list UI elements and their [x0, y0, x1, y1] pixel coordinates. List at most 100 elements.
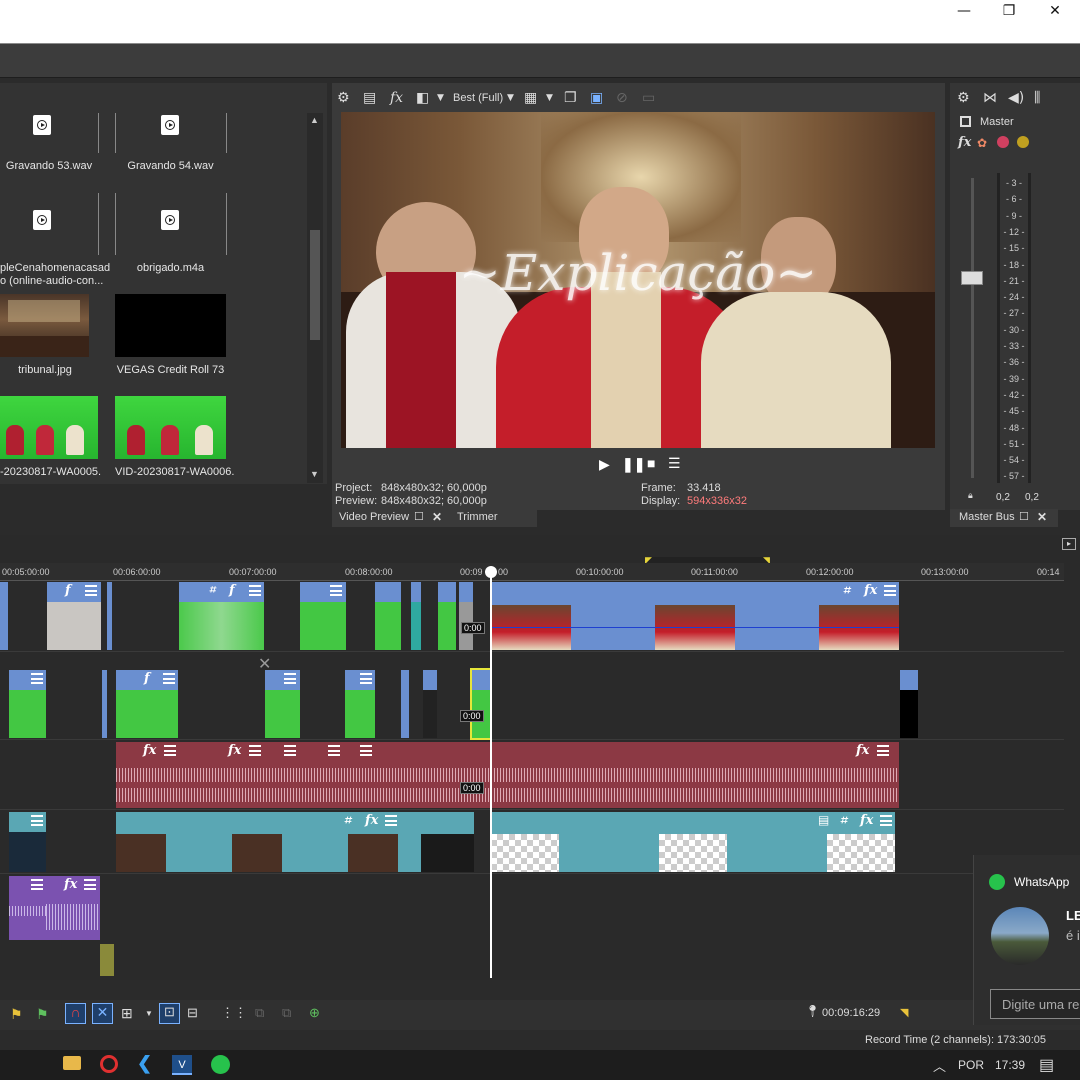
menu-icon[interactable]: ☰: [668, 455, 681, 472]
region-icon[interactable]: ⚑: [36, 1006, 49, 1023]
clip-menu-icon[interactable]: [880, 815, 892, 826]
undock-icon[interactable]: ☐: [1019, 510, 1029, 523]
media-scrollbar[interactable]: ▲ ▼: [307, 113, 323, 483]
clip-menu-icon[interactable]: [328, 745, 340, 756]
clip-menu-icon[interactable]: [31, 879, 43, 890]
save-snapshot-icon[interactable]: ▣: [590, 90, 603, 106]
settings-icon[interactable]: ⚙: [957, 90, 970, 106]
maximize-button[interactable]: ❐: [986, 2, 1032, 20]
pan-crop-icon[interactable]: ⌗: [209, 583, 215, 597]
fx-plugin-icon[interactable]: ✿: [977, 136, 987, 150]
solo-icon[interactable]: [1017, 136, 1029, 148]
external-monitor-icon[interactable]: ▤: [363, 90, 376, 106]
event-icon[interactable]: ▤: [818, 813, 829, 827]
media-item-wa0005[interactable]: -20230817-WA0005.: [0, 396, 101, 486]
video-clip[interactable]: [9, 670, 46, 738]
tab-video-preview[interactable]: Video Preview: [339, 511, 409, 523]
close-icon[interactable]: ✕: [1037, 510, 1047, 524]
media-item-scene-audio[interactable]: pleCenahomenacasad o (online-audio-con..…: [0, 208, 110, 288]
file-explorer-icon[interactable]: [63, 1056, 81, 1070]
chevron-down-icon[interactable]: ▼: [437, 93, 444, 103]
ignore-grouping-icon[interactable]: ⊟: [187, 1005, 198, 1021]
marker-icon[interactable]: ⚑: [10, 1006, 23, 1023]
chevron-down-icon[interactable]: ▼: [145, 1009, 153, 1018]
clip-menu-icon[interactable]: [884, 585, 896, 596]
quality-select[interactable]: Best (Full): [453, 92, 503, 104]
vegas-icon[interactable]: V: [172, 1055, 192, 1075]
speaker-icon[interactable]: ◀): [1008, 90, 1024, 106]
auto-crossfade-icon[interactable]: ✕: [92, 1003, 113, 1024]
clip-menu-icon[interactable]: [330, 585, 342, 596]
tab-master-bus[interactable]: Master Bus: [959, 511, 1015, 523]
volume-slider-handle[interactable]: [961, 271, 983, 285]
fx-icon[interactable]: fx: [64, 877, 77, 892]
audio-clip[interactable]: fx fx fx: [116, 742, 899, 808]
fx-icon[interactable]: fx: [365, 813, 378, 828]
clip-menu-icon[interactable]: [84, 879, 96, 890]
audio-clip[interactable]: fx: [46, 876, 100, 940]
minimize-button[interactable]: —: [941, 2, 987, 20]
vscode-icon[interactable]: ❮: [137, 1053, 152, 1074]
clip-menu-icon[interactable]: [164, 745, 176, 756]
clip-menu-icon[interactable]: [249, 585, 261, 596]
pan-crop-icon[interactable]: ⌗: [840, 813, 847, 828]
media-item-wa0006[interactable]: VID-20230817-WA0006.: [115, 396, 234, 486]
audio-clip[interactable]: [9, 876, 46, 940]
video-clip[interactable]: [375, 582, 401, 650]
time-ruler[interactable]: 00:05:00:00 00:06:00:00 00:07:00:00 00:0…: [0, 563, 1064, 581]
downmix-icon[interactable]: ⋈: [983, 90, 997, 106]
video-clip[interactable]: [102, 670, 107, 738]
video-clip[interactable]: [265, 670, 300, 738]
master-checkbox[interactable]: [960, 116, 971, 127]
chevron-down-icon[interactable]: ▼: [546, 93, 553, 103]
video-clip[interactable]: [401, 670, 409, 738]
tab-trimmer[interactable]: Trimmer: [457, 511, 498, 523]
mute-icon[interactable]: [997, 136, 1009, 148]
clip-menu-icon[interactable]: [85, 585, 97, 596]
volume-slider-track[interactable]: [971, 178, 974, 478]
video-clip[interactable]: [345, 670, 375, 738]
clip-menu-icon[interactable]: [249, 745, 261, 756]
media-item-gravando-54[interactable]: Gravando 54.wav: [115, 113, 226, 173]
reply-input[interactable]: Digite uma re: [990, 989, 1080, 1019]
whatsapp-notification[interactable]: WhatsApp LE é i Digite uma re: [973, 855, 1080, 1025]
video-clip[interactable]: f: [116, 670, 178, 738]
scroll-down-icon[interactable]: ▼: [310, 469, 319, 479]
clip-menu-icon[interactable]: [385, 815, 397, 826]
video-clip[interactable]: [459, 582, 473, 650]
fx-icon[interactable]: f: [229, 583, 235, 598]
fx-icon[interactable]: fx: [958, 135, 971, 150]
video-clip[interactable]: [300, 582, 346, 650]
clip-menu-icon[interactable]: [31, 673, 43, 684]
stop-icon[interactable]: ■: [647, 455, 655, 471]
fx-icon[interactable]: f: [65, 583, 71, 598]
lock-envelopes-icon[interactable]: ⊡: [159, 1003, 180, 1024]
video-clip[interactable]: [423, 670, 437, 738]
clock[interactable]: 17:39: [995, 1058, 1025, 1072]
video-clip[interactable]: [900, 670, 918, 738]
pan-crop-icon[interactable]: ⌗: [344, 813, 351, 828]
media-item-gravando-53[interactable]: Gravando 53.wav: [0, 113, 98, 173]
close-button[interactable]: ✕: [1032, 2, 1078, 20]
timeline-expand-icon[interactable]: ▸: [1062, 538, 1076, 550]
video-clip-main[interactable]: ⌗ fx: [491, 582, 899, 650]
chevron-up-icon[interactable]: ︿: [933, 1056, 946, 1075]
group-icon[interactable]: ⋮⋮: [221, 1005, 247, 1021]
notification-icon[interactable]: ▤: [1039, 1055, 1054, 1075]
fx-icon[interactable]: fx: [856, 743, 869, 758]
snap-icon[interactable]: ∩: [65, 1003, 86, 1024]
clip-menu-icon[interactable]: [360, 673, 372, 684]
fx-icon[interactable]: fx: [143, 743, 156, 758]
video-clip[interactable]: [107, 582, 112, 650]
clip-menu-icon[interactable]: [284, 673, 296, 684]
media-item-credit-roll[interactable]: VEGAS Credit Roll 73: [115, 294, 226, 384]
fx-icon[interactable]: fx: [860, 813, 873, 828]
opera-icon[interactable]: [100, 1055, 118, 1073]
pause-icon[interactable]: ❚❚: [622, 456, 645, 473]
video-clip[interactable]: [438, 582, 456, 650]
video-clip[interactable]: ▤ ⌗ fx: [491, 812, 895, 872]
split-screen-icon[interactable]: ◧: [416, 90, 429, 106]
loop-icon[interactable]: ◥: [900, 1006, 908, 1019]
video-clip[interactable]: ⌗ f: [179, 582, 264, 650]
video-clip-selected[interactable]: [470, 668, 492, 740]
